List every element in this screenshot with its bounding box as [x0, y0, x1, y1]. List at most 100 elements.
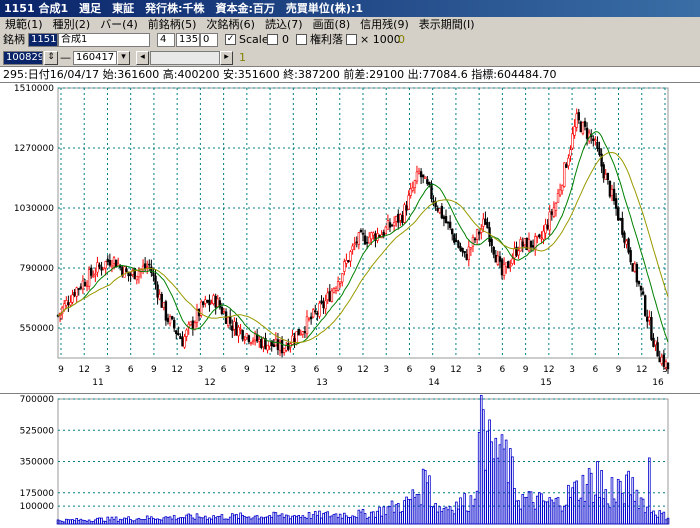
candle-body [401, 215, 404, 223]
scale-value-checkbox[interactable] [267, 34, 278, 45]
adjust-checkbox[interactable] [296, 34, 307, 45]
candle-body [577, 112, 580, 121]
month-tick-label: 9 [244, 365, 250, 375]
candle-body [347, 260, 350, 263]
menu-item-rules[interactable]: 規範(1) [0, 17, 48, 32]
candle-body [563, 162, 566, 187]
candle-body [353, 243, 356, 246]
volume-chart[interactable]: 700000 525000 350000 175000 100000 [0, 393, 700, 528]
volume-chart-svg: 700000 525000 350000 175000 100000 [20, 394, 670, 525]
candle-body [666, 362, 670, 370]
month-tick-label: 9 [430, 365, 436, 375]
candle-body [407, 195, 410, 210]
scroll-track[interactable] [150, 51, 220, 65]
candle-body [202, 301, 205, 305]
window-title: 1151 合成1 週足 東証 発行株:千株 資本金:百万 売買単位(株):1 [0, 0, 700, 17]
candle-body [430, 184, 433, 199]
month-tick-label: 12 [171, 365, 182, 375]
candle-body [496, 255, 500, 265]
price-chart[interactable]: 1510000 1270000 1030000 790000 550000 9 12 3 6 9 1… [0, 83, 700, 393]
scale-checkbox[interactable]: ✓ [225, 34, 236, 45]
candle-body [241, 330, 244, 340]
date-to-field[interactable]: 160417 [73, 51, 117, 65]
candle-body [527, 239, 531, 252]
date-spin-button[interactable]: ⇕ [44, 51, 58, 65]
candle-body [598, 148, 601, 156]
candle-body [89, 267, 93, 276]
candle-body [106, 259, 109, 263]
candle-body [536, 235, 539, 238]
candle-body [461, 247, 464, 253]
menu-item-screen[interactable]: 画面(8) [308, 17, 356, 32]
candle-body [469, 247, 473, 250]
candle-body [262, 337, 265, 347]
candle-body [477, 231, 481, 235]
candle-body [384, 226, 388, 234]
candle-body [282, 348, 286, 353]
month-tick-label: 9 [523, 365, 529, 375]
month-tick-label: 12 [357, 365, 368, 375]
candle-body [612, 188, 616, 201]
candle-body [473, 238, 477, 241]
candle-body [455, 240, 458, 243]
menu-item-period[interactable]: 表示期間(I) [414, 17, 480, 32]
scroll-left-button[interactable]: ◂ [136, 51, 149, 65]
candle-body [440, 206, 444, 219]
menu-item-load[interactable]: 読込(7) [260, 17, 308, 32]
candle-body [229, 316, 232, 324]
candle-body [585, 127, 589, 139]
candle-body [608, 180, 612, 197]
menu-item-bar[interactable]: バー(4) [95, 17, 143, 32]
candle-body [602, 164, 605, 179]
candle-body [239, 328, 242, 331]
candle-body [531, 245, 535, 248]
name-field[interactable]: 合成1 [58, 33, 150, 47]
candle-body [332, 288, 336, 293]
menu-item-type[interactable]: 種別(2) [48, 17, 96, 32]
candle-body [467, 246, 471, 261]
chevron-down-icon[interactable]: ▾ [117, 51, 130, 65]
page-number: 1 [239, 51, 246, 64]
candle-body [355, 241, 358, 244]
candle-body [538, 234, 541, 238]
date-from-field[interactable]: 100829 [3, 51, 43, 65]
candle-body [245, 333, 249, 338]
candle-body [475, 229, 479, 240]
candle-body [361, 232, 365, 235]
candle-body [560, 185, 564, 192]
candle-body [546, 224, 549, 229]
candle-body [592, 138, 595, 142]
val1-field[interactable]: 4 [157, 33, 175, 47]
candle-body [519, 239, 522, 252]
candle-body [92, 275, 95, 278]
menu-item-prev[interactable]: 前銘柄(5) [143, 17, 202, 32]
candle-body [457, 241, 460, 248]
candle-body [625, 240, 628, 245]
year-tick-label: 11 [92, 378, 103, 388]
menu-item-margin[interactable]: 信用残(9) [355, 17, 414, 32]
candle-body [303, 331, 307, 334]
candle-body [65, 300, 68, 306]
val2-field[interactable]: 1350 [176, 33, 200, 47]
candle-body [482, 218, 485, 227]
candle-body [542, 230, 545, 240]
candle-body [646, 316, 649, 322]
candle-body [415, 171, 419, 182]
candle-body [299, 333, 302, 336]
scroll-right-button[interactable]: ▸ [220, 51, 233, 65]
candle-body [382, 232, 385, 236]
candle-body [320, 300, 323, 304]
candle-body [224, 311, 228, 324]
x1000-checkbox[interactable] [346, 34, 357, 45]
candle-body [309, 316, 313, 320]
candle-body [365, 242, 369, 244]
candle-body [438, 208, 441, 213]
candle-body [108, 260, 112, 266]
candle-body [392, 222, 396, 227]
code-field[interactable]: 1151 [28, 33, 58, 47]
candle-body [336, 281, 340, 291]
candle-body [343, 261, 346, 272]
candle-body [351, 245, 354, 251]
val3-field[interactable]: 0 [200, 33, 218, 47]
menu-item-next[interactable]: 次銘柄(6) [201, 17, 260, 32]
